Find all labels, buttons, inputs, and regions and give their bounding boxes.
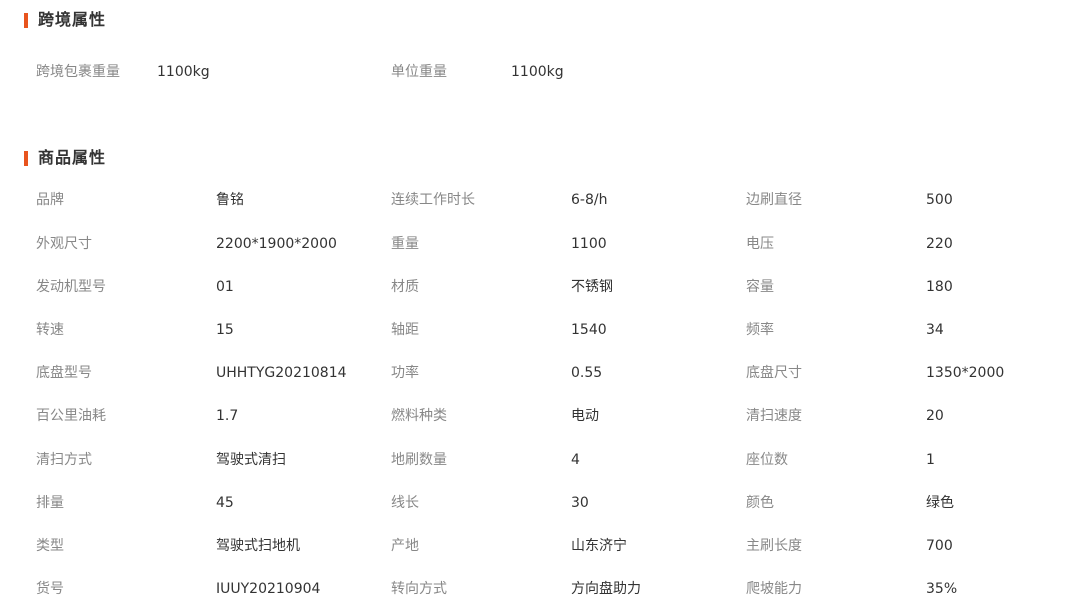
attr-value: 180 — [926, 279, 953, 295]
attr-value: 1350*2000 — [926, 365, 1005, 381]
product-attr-row: 发动机型号 01 材质 不锈钢 容量 180 — [0, 277, 1084, 297]
attr-label: 品牌 — [36, 192, 64, 208]
product-attr-row: 类型 驾驶式扫地机 产地 山东济宁 主刷长度 700 — [0, 536, 1084, 556]
attr-label: 跨境包裹重量 — [36, 64, 120, 80]
attr-label: 频率 — [746, 322, 774, 338]
attr-label: 单位重量 — [391, 64, 447, 80]
attr-label: 容量 — [746, 279, 774, 295]
cross-border-row: 跨境包裹重量 1100kg 单位重量 1100kg — [0, 62, 1084, 82]
attr-value: 驾驶式扫地机 — [216, 538, 300, 554]
attr-label: 地刷数量 — [391, 452, 447, 468]
attr-label: 外观尺寸 — [36, 236, 92, 252]
attr-value: 鲁铭 — [216, 192, 244, 208]
attr-value: 1540 — [571, 322, 607, 338]
attr-value: 6-8/h — [571, 192, 608, 208]
attr-value: 1100kg — [157, 64, 210, 80]
attr-label: 连续工作时长 — [391, 192, 475, 208]
attr-label: 边刷直径 — [746, 192, 802, 208]
attr-value: 电动 — [571, 408, 599, 424]
attr-label: 底盘尺寸 — [746, 365, 802, 381]
attr-value: 驾驶式清扫 — [216, 452, 286, 468]
attr-value: UHHTYG20210814 — [216, 365, 347, 381]
attr-label: 百公里油耗 — [36, 408, 106, 424]
attr-value: 方向盘助力 — [571, 581, 641, 597]
attr-label: 类型 — [36, 538, 64, 554]
attr-value: 30 — [571, 495, 589, 511]
attr-value: 绿色 — [926, 495, 954, 511]
attr-value: 35% — [926, 581, 958, 597]
attr-value: 34 — [926, 322, 944, 338]
attr-value: 山东济宁 — [571, 538, 627, 554]
cross-border-section-title: 跨境属性 — [24, 10, 106, 30]
attr-label: 产地 — [391, 538, 419, 554]
attr-label: 座位数 — [746, 452, 788, 468]
attr-value: 15 — [216, 322, 234, 338]
attr-value: 1 — [926, 452, 935, 468]
attr-label: 燃料种类 — [391, 408, 447, 424]
attr-value: 不锈钢 — [571, 279, 613, 295]
attr-value: 700 — [926, 538, 953, 554]
attr-label: 轴距 — [391, 322, 419, 338]
product-section-title: 商品属性 — [24, 148, 106, 168]
product-attr-row: 百公里油耗 1.7 燃料种类 电动 清扫速度 20 — [0, 406, 1084, 426]
attr-label: 清扫速度 — [746, 408, 802, 424]
attr-value: 20 — [926, 408, 944, 424]
attr-value: 0.55 — [571, 365, 603, 381]
attr-value: 1100kg — [511, 64, 564, 80]
attr-value: IUUY20210904 — [216, 581, 321, 597]
product-attr-row: 排量 45 线长 30 颜色 绿色 — [0, 493, 1084, 513]
attr-label: 主刷长度 — [746, 538, 802, 554]
attr-value: 1100 — [571, 236, 607, 252]
attr-value: 2200*1900*2000 — [216, 236, 337, 252]
attr-label: 底盘型号 — [36, 365, 92, 381]
attr-label: 发动机型号 — [36, 279, 106, 295]
attr-label: 爬坡能力 — [746, 581, 802, 597]
attr-label: 转速 — [36, 322, 64, 338]
product-attr-row: 品牌 鲁铭 连续工作时长 6-8/h 边刷直径 500 — [0, 190, 1084, 210]
attr-value: 45 — [216, 495, 234, 511]
product-attr-row: 转速 15 轴距 1540 频率 34 — [0, 320, 1084, 340]
attr-label: 材质 — [391, 279, 419, 295]
attr-value: 01 — [216, 279, 234, 295]
attr-value: 220 — [926, 236, 953, 252]
attr-label: 排量 — [36, 495, 64, 511]
attr-label: 清扫方式 — [36, 452, 92, 468]
attr-label: 重量 — [391, 236, 419, 252]
attr-label: 颜色 — [746, 495, 774, 511]
product-attr-row: 货号 IUUY20210904 转向方式 方向盘助力 爬坡能力 35% — [0, 579, 1084, 599]
attr-value: 4 — [571, 452, 580, 468]
product-attr-row: 底盘型号 UHHTYG20210814 功率 0.55 底盘尺寸 1350*2000 — [0, 363, 1084, 383]
product-attr-row: 外观尺寸 2200*1900*2000 重量 1100 电压 220 — [0, 234, 1084, 254]
product-attr-row: 清扫方式 驾驶式清扫 地刷数量 4 座位数 1 — [0, 450, 1084, 470]
attr-label: 货号 — [36, 581, 64, 597]
attr-value: 1.7 — [216, 408, 239, 424]
attr-label: 电压 — [746, 236, 774, 252]
attr-label: 转向方式 — [391, 581, 447, 597]
attr-label: 线长 — [391, 495, 419, 511]
attr-value: 500 — [926, 192, 953, 208]
attr-label: 功率 — [391, 365, 419, 381]
